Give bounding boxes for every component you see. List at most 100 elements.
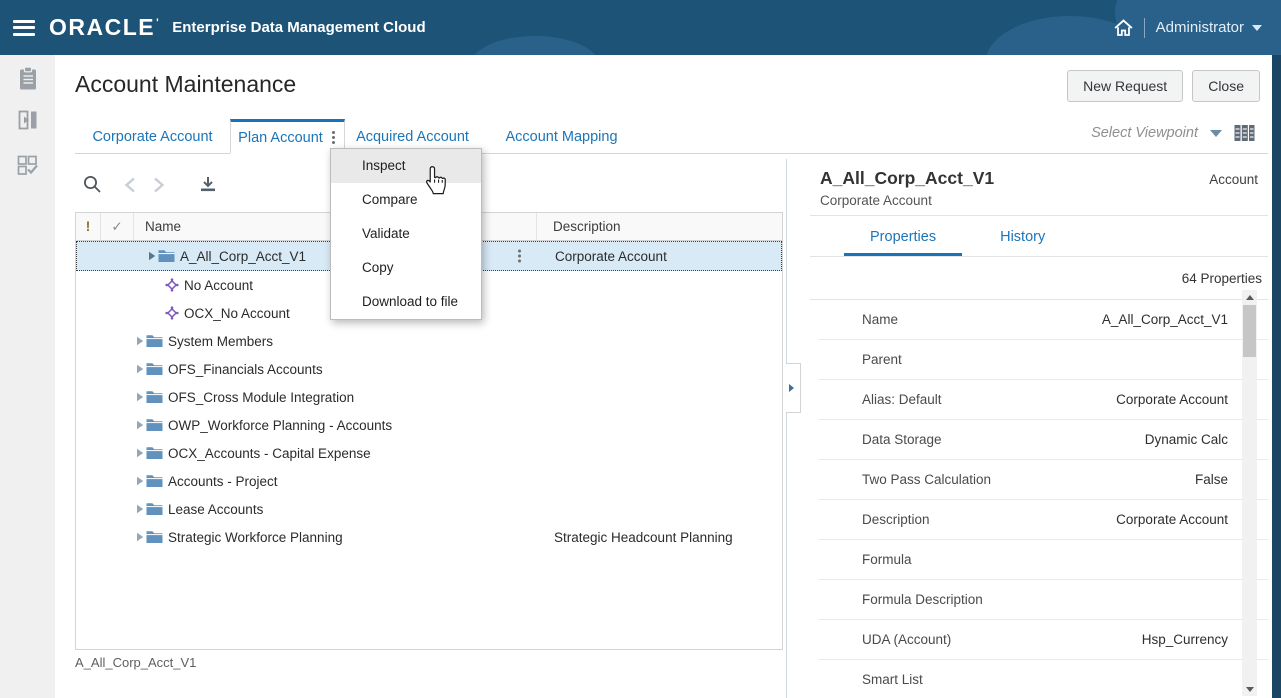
scroll-up-icon[interactable]: [1242, 290, 1257, 304]
main-content: Account Maintenance New Request Close Co…: [55, 55, 1272, 698]
node-name-label: OCX_No Account: [184, 306, 290, 321]
row-name-cell: OFS_Financials Accounts: [134, 355, 538, 383]
expand-arrow-icon[interactable]: [136, 336, 146, 346]
property-label: Alias: Default: [862, 392, 1116, 407]
tree-row[interactable]: Lease Accounts: [76, 495, 782, 523]
folder-icon: [158, 249, 175, 263]
row-name-cell: Accounts - Project: [134, 467, 538, 495]
node-name-label: OWP_Workforce Planning - Accounts: [168, 418, 392, 433]
folder-icon: [146, 334, 163, 348]
tree-row[interactable]: OCX_Accounts - Capital Expense: [76, 439, 782, 467]
tab-label: Corporate Account: [92, 129, 212, 145]
property-row[interactable]: Alias: DefaultCorporate Account: [818, 380, 1268, 420]
row-actions-kebab-icon[interactable]: [516, 248, 523, 265]
tree-row[interactable]: OFS_Cross Module Integration: [76, 383, 782, 411]
menu-item-download-to-file[interactable]: Download to file: [331, 285, 481, 319]
tab-corporate-account[interactable]: Corporate Account: [75, 119, 230, 154]
layout-columns-icon[interactable]: [1234, 124, 1255, 142]
property-row[interactable]: Parent: [818, 340, 1268, 380]
menu-item-copy[interactable]: Copy: [331, 251, 481, 285]
expand-arrow-icon[interactable]: [136, 532, 146, 542]
menu-item-compare[interactable]: Compare: [331, 183, 481, 217]
property-row[interactable]: Two Pass CalculationFalse: [818, 460, 1268, 500]
expand-arrow-icon[interactable]: [136, 504, 146, 514]
tree-row[interactable]: OWP_Workforce Planning - Accounts: [76, 411, 782, 439]
tree-row[interactable]: System Members: [76, 327, 782, 355]
node-name-label: No Account: [184, 278, 253, 293]
back-chevron-icon[interactable]: [124, 177, 136, 193]
node-name-label: OCX_Accounts - Capital Expense: [168, 446, 371, 461]
tab-plan-account[interactable]: Plan Account: [230, 119, 345, 154]
property-value: Dynamic Calc: [1145, 432, 1228, 447]
tab-account-mapping[interactable]: Account Mapping: [480, 119, 643, 154]
chevron-down-icon[interactable]: [1210, 130, 1222, 137]
cloud-decoration: [470, 36, 600, 55]
topbar: ORACLE Enterprise Data Management Cloud …: [0, 0, 1281, 55]
property-row[interactable]: NameA_All_Corp_Acct_V1: [818, 300, 1268, 340]
scroll-down-icon[interactable]: [1242, 682, 1257, 696]
menu-item-inspect[interactable]: Inspect: [331, 149, 481, 183]
new-request-button[interactable]: New Request: [1067, 70, 1183, 102]
property-row[interactable]: Formula Description: [818, 580, 1268, 620]
forward-chevron-icon[interactable]: [153, 177, 165, 193]
node-name-label: Accounts - Project: [168, 474, 278, 489]
user-name: Administrator: [1156, 19, 1244, 36]
node-name-label: Lease Accounts: [168, 502, 263, 517]
property-label: Description: [862, 512, 1116, 527]
expand-right-icon: [789, 384, 794, 392]
tree-row[interactable]: Strategic Workforce PlanningStrategic He…: [76, 523, 782, 551]
compare-panels-icon[interactable]: [15, 107, 41, 133]
menu-item-validate[interactable]: Validate: [331, 217, 481, 251]
property-row[interactable]: DescriptionCorporate Account: [818, 500, 1268, 540]
properties-list: NameA_All_Corp_Acct_V1 Parent Alias: Defau…: [810, 300, 1268, 698]
folder-icon: [146, 390, 163, 404]
download-icon[interactable]: [199, 176, 217, 193]
inspector-tabs: Properties History: [810, 225, 1268, 257]
expand-arrow-icon[interactable]: [136, 476, 146, 486]
product-name: Enterprise Data Management Cloud: [172, 19, 425, 36]
topbar-divider: [1144, 18, 1145, 38]
inspector-tab-history[interactable]: History: [974, 225, 1071, 256]
tree-row[interactable]: Accounts - Project: [76, 467, 782, 495]
panel-splitter[interactable]: [786, 159, 787, 698]
home-icon[interactable]: [1114, 19, 1133, 36]
property-row[interactable]: Smart List: [818, 660, 1268, 698]
hamburger-menu-icon[interactable]: [13, 20, 35, 36]
viewpoint-placeholder[interactable]: Select Viewpoint: [1091, 125, 1198, 141]
scrollbar-thumb[interactable]: [1243, 305, 1256, 357]
row-name-cell: Lease Accounts: [134, 495, 538, 523]
folder-icon: [146, 474, 163, 488]
viewpoint-selector[interactable]: Select Viewpoint: [1091, 124, 1255, 142]
requests-clipboard-icon[interactable]: [15, 66, 41, 92]
tab-label: Acquired Account: [356, 129, 469, 145]
tab-actions-kebab-icon[interactable]: [330, 129, 337, 146]
property-row[interactable]: UDA (Account)Hsp_Currency: [818, 620, 1268, 660]
row-name-cell: OCX_Accounts - Capital Expense: [134, 439, 538, 467]
property-row[interactable]: Data StorageDynamic Calc: [818, 420, 1268, 460]
user-dropdown[interactable]: Administrator: [1156, 19, 1262, 36]
close-button[interactable]: Close: [1192, 70, 1260, 102]
left-nav-rail: [0, 55, 55, 698]
column-header-description[interactable]: Description: [537, 219, 782, 234]
property-label: Formula: [862, 552, 1228, 567]
node-name-label: Strategic Workforce Planning: [168, 530, 343, 545]
property-label: Name: [862, 312, 1102, 327]
property-row[interactable]: Formula: [818, 540, 1268, 580]
row-name-cell: OFS_Cross Module Integration: [134, 383, 538, 411]
search-icon[interactable]: [83, 175, 102, 194]
inspector-tab-properties[interactable]: Properties: [844, 225, 962, 256]
splitter-collapse-handle[interactable]: [786, 363, 801, 413]
folder-icon: [146, 418, 163, 432]
tree-row[interactable]: OFS_Financials Accounts: [76, 355, 782, 383]
expand-arrow-icon[interactable]: [136, 364, 146, 374]
property-label: Smart List: [862, 672, 1228, 687]
row-name-cell: OWP_Workforce Planning - Accounts: [134, 411, 538, 439]
expand-arrow-icon[interactable]: [136, 420, 146, 430]
expand-arrow-icon[interactable]: [148, 251, 158, 261]
property-label: Parent: [862, 352, 1228, 367]
properties-scrollbar[interactable]: [1242, 290, 1257, 696]
property-value: A_All_Corp_Acct_V1: [1102, 312, 1228, 327]
validate-grid-icon[interactable]: [15, 152, 41, 178]
expand-arrow-icon[interactable]: [136, 392, 146, 402]
expand-arrow-icon[interactable]: [136, 448, 146, 458]
